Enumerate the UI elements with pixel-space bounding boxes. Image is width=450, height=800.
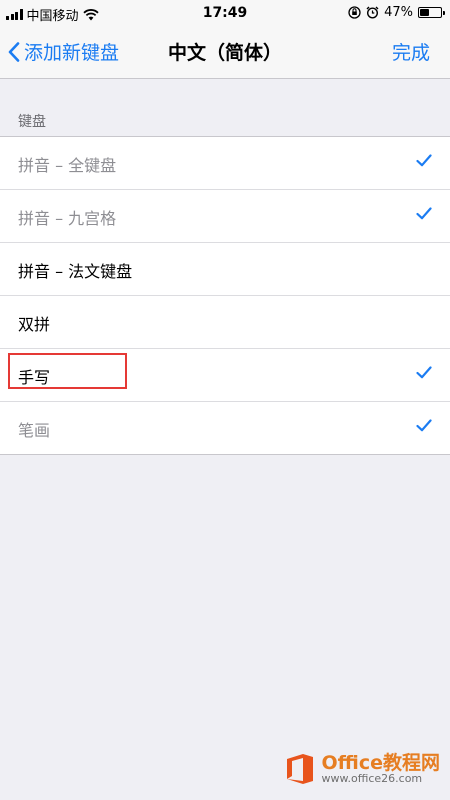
checkmark-icon	[416, 207, 432, 220]
keyboard-label: 双拼	[18, 315, 51, 334]
alarm-icon	[366, 6, 379, 19]
watermark-url: www.office26.com	[321, 772, 423, 786]
watermark: Office教程网 www.office26.com	[284, 751, 441, 786]
nav-bar: 添加新键盘 中文（简体） 完成	[0, 26, 450, 79]
keyboard-row-pinyin-9key[interactable]: 拼音 – 九宫格	[0, 190, 450, 243]
office-logo-icon	[286, 754, 313, 784]
keyboard-row-pinyin-french[interactable]: 拼音 – 法文键盘	[0, 243, 450, 296]
battery-icon	[418, 7, 445, 18]
battery-percent: 47%	[384, 5, 413, 20]
keyboard-label: 拼音 – 九宫格	[18, 209, 117, 228]
keyboard-list: 拼音 – 全键盘 拼音 – 九宫格 拼音 – 法文键盘 双拼 手写 笔画	[0, 136, 450, 455]
status-right: 47%	[348, 5, 445, 20]
status-bar: 中国移动 17:49 47%	[0, 0, 450, 26]
keyboard-row-stroke[interactable]: 笔画	[0, 402, 450, 454]
keyboard-row-handwriting[interactable]: 手写	[0, 349, 450, 402]
keyboard-label: 手写	[18, 368, 51, 387]
chevron-left-icon	[8, 41, 20, 62]
back-button[interactable]: 添加新键盘	[8, 38, 119, 65]
battery-fill	[420, 9, 430, 16]
orientation-lock-icon	[348, 6, 361, 19]
back-button-label: 添加新键盘	[24, 42, 120, 64]
checkmark-icon	[416, 366, 432, 379]
keyboard-label: 笔画	[18, 421, 51, 440]
watermark-text: Office教程网 www.office26.com	[321, 751, 441, 786]
section-header: 键盘	[18, 114, 46, 130]
keyboard-row-pinyin-full[interactable]: 拼音 – 全键盘	[0, 137, 450, 190]
checkmark-icon	[416, 154, 432, 167]
done-button[interactable]: 完成	[392, 38, 430, 65]
checkmark-icon	[416, 419, 432, 432]
keyboard-label: 拼音 – 全键盘	[18, 156, 117, 175]
keyboard-label: 拼音 – 法文键盘	[18, 262, 133, 281]
watermark-title: Office教程网	[321, 751, 441, 774]
keyboard-row-shuangpin[interactable]: 双拼	[0, 296, 450, 349]
